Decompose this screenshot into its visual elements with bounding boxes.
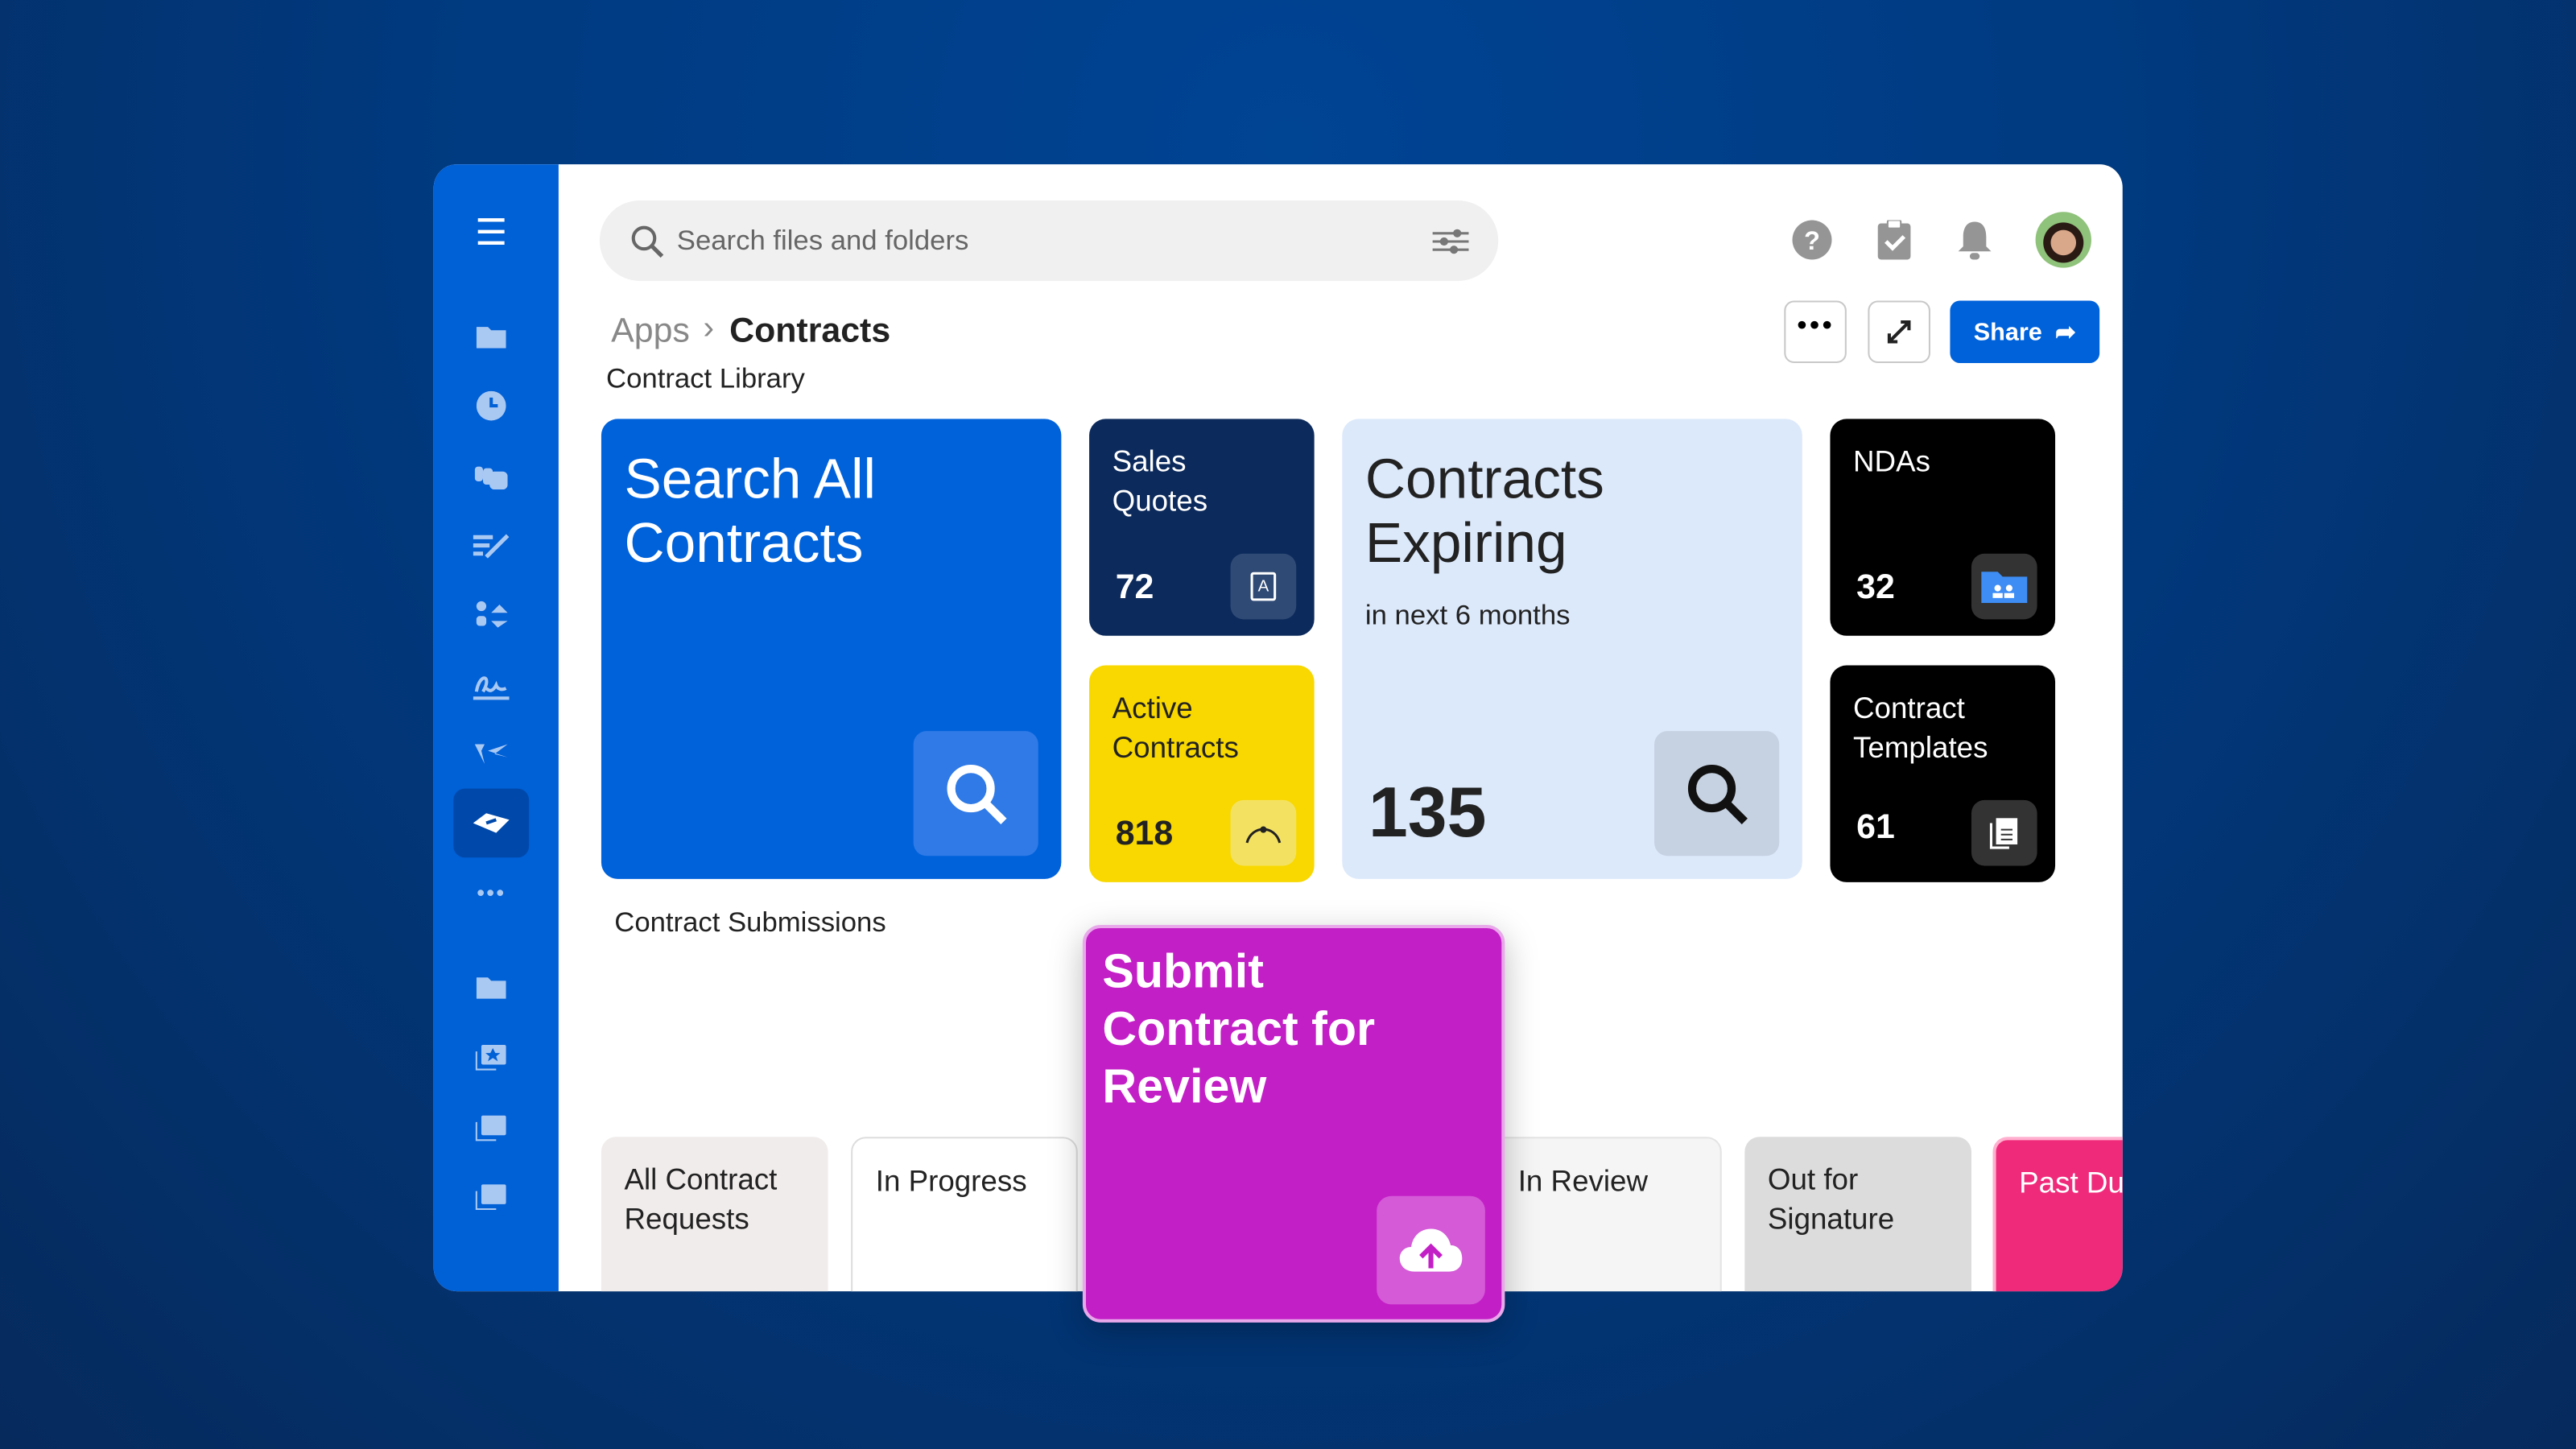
- user-avatar[interactable]: [2035, 212, 2091, 268]
- sidebar-relay-icon[interactable]: [473, 736, 510, 772]
- expand-arrows-icon: [1887, 320, 1911, 344]
- cloud-upload-icon: [1377, 1195, 1485, 1305]
- sidebar-contracts-icon[interactable]: [473, 805, 510, 841]
- notifications-bell-icon[interactable]: [1957, 220, 1993, 261]
- tile-ndas[interactable]: NDAs 32: [1830, 419, 2056, 636]
- sidebar-apps-icon[interactable]: [473, 597, 510, 633]
- tile-label: NDAs: [1853, 445, 1930, 478]
- pen-curve-icon: [1230, 799, 1297, 866]
- tile-sales-quotes[interactable]: Sales Quotes 72 A: [1089, 419, 1315, 636]
- breadcrumb-apps[interactable]: Apps: [611, 312, 690, 352]
- tile-contracts-expiring[interactable]: Contracts Expiring in next 6 months 135: [1342, 419, 1802, 879]
- tile-contract-templates[interactable]: Contract Templates 61: [1830, 665, 2056, 882]
- address-book-icon: A: [1230, 553, 1297, 620]
- tile-label: Contract Templates: [1853, 691, 1988, 764]
- share-label: Share: [1973, 317, 2042, 346]
- submit-contract-button[interactable]: Submit Contract for Review: [1082, 924, 1505, 1323]
- sidebar: ☰ •••: [433, 164, 559, 1292]
- sidebar-stack-icon[interactable]: [473, 1109, 510, 1146]
- tile-label: In Review: [1517, 1164, 1648, 1198]
- copy-document-icon: [1971, 799, 2037, 866]
- tile-in-progress[interactable]: In Progress 12: [851, 1137, 1078, 1292]
- more-options-button[interactable]: ●●●: [1784, 300, 1847, 364]
- sidebar-starred-icon[interactable]: [473, 1038, 510, 1075]
- search-placeholder: Search files and folders: [676, 225, 969, 257]
- tile-active-contracts[interactable]: Active Contracts 818: [1089, 665, 1315, 882]
- tile-count: 72: [1115, 568, 1154, 607]
- sidebar-folder-2-icon[interactable]: [473, 969, 510, 1005]
- tile-label: Active Contracts: [1112, 691, 1239, 764]
- share-button[interactable]: Share ➦: [1950, 300, 2100, 364]
- expand-button[interactable]: [1868, 300, 1930, 364]
- sidebar-stack-2-icon[interactable]: [473, 1178, 510, 1214]
- breadcrumb-chevron-icon: ›: [703, 310, 715, 347]
- sidebar-clock-icon[interactable]: [473, 388, 510, 424]
- tile-search-all-contracts[interactable]: Search All Contracts: [601, 419, 1062, 879]
- tile-out-for-signature[interactable]: Out for Signature 13: [1744, 1137, 1971, 1292]
- search-icon: [1654, 731, 1780, 857]
- svg-text:?: ?: [1804, 225, 1820, 255]
- menu-icon[interactable]: ☰: [473, 212, 510, 253]
- tile-label: Contracts Expiring: [1364, 448, 1604, 576]
- shared-folder-icon: [1971, 553, 2037, 620]
- tile-label: Out for Signature: [1767, 1162, 1895, 1236]
- breadcrumb-current: Contracts: [729, 312, 891, 350]
- search-icon: [913, 731, 1038, 857]
- filter-icon[interactable]: [1432, 229, 1469, 255]
- sidebar-sign-icon[interactable]: [473, 667, 510, 704]
- tile-all-contract-requests[interactable]: All Contract Requests 44: [601, 1137, 828, 1292]
- tile-count: 135: [1368, 774, 1487, 853]
- help-icon[interactable]: ?: [1792, 220, 1832, 260]
- tile-label: All Contract Requests: [624, 1162, 778, 1236]
- search-icon: [631, 225, 664, 258]
- tile-label: Past Due: [2019, 1166, 2123, 1199]
- tile-label: Sales Quotes: [1112, 445, 1208, 518]
- tile-label: Search All Contracts: [624, 448, 876, 576]
- sidebar-more-icon[interactable]: •••: [473, 874, 510, 910]
- tile-count: 818: [1115, 815, 1174, 853]
- sidebar-notes-icon[interactable]: [473, 527, 510, 564]
- tile-count: 61: [1856, 808, 1895, 847]
- sidebar-folder-icon[interactable]: [473, 319, 510, 355]
- ellipsis-icon: ●●●: [1796, 315, 1835, 336]
- tile-subtext: in next 6 months: [1364, 599, 1571, 631]
- tile-in-review[interactable]: In Review 17: [1478, 1137, 1722, 1292]
- tasks-clipboard-icon[interactable]: [1877, 220, 1911, 260]
- svg-text:A: A: [1258, 578, 1269, 596]
- tile-past-due[interactable]: Past Due 2: [1992, 1137, 2123, 1292]
- share-arrow-icon: ➦: [2055, 318, 2076, 347]
- tile-count: 32: [1856, 568, 1895, 607]
- tile-label: In Progress: [875, 1164, 1027, 1198]
- section-heading: Contract Submissions: [614, 906, 886, 939]
- sidebar-collections-icon[interactable]: [473, 458, 510, 494]
- page-subtitle: Contract Library: [606, 363, 805, 394]
- search-input[interactable]: Search files and folders: [599, 200, 1499, 281]
- submit-label: Submit Contract for Review: [1102, 946, 1376, 1114]
